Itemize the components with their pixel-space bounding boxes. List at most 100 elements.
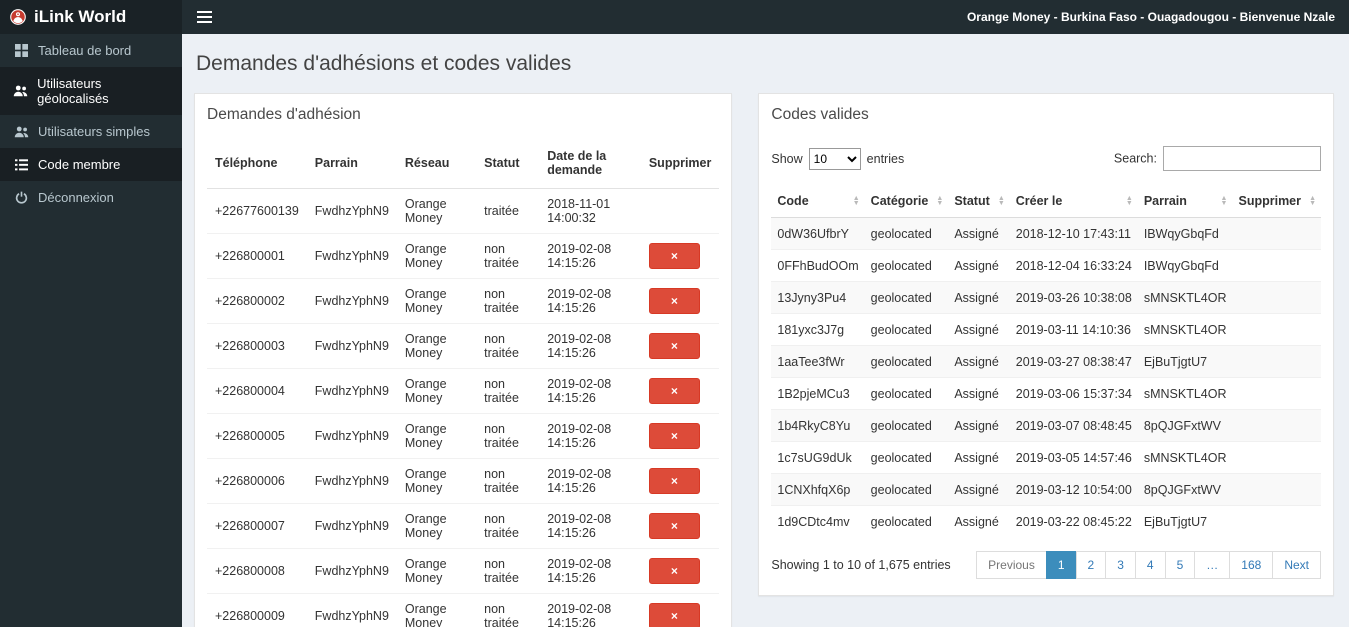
sidebar-item-deconnexion[interactable]: Déconnexion xyxy=(0,181,182,214)
cell-parrain: EjBuTjgtU7 xyxy=(1137,345,1233,378)
pagination-page-button[interactable]: … xyxy=(1194,551,1231,579)
column-header: Téléphone xyxy=(207,138,307,189)
sidebar-item-label: Utilisateurs simples xyxy=(38,124,150,139)
cell-statut: Assigné xyxy=(948,313,1010,346)
cell-parrain: sMNSKTL4OR xyxy=(1137,377,1233,410)
cell-statut: non traitée xyxy=(476,503,540,549)
cell-supprimer xyxy=(1232,409,1321,442)
cell-parrain: FwdhzYphN9 xyxy=(306,233,397,279)
column-header: Date de la demande xyxy=(539,138,641,189)
sortable-column-header[interactable]: Créer le ▲ ▼ xyxy=(1009,185,1138,218)
cell-supprimer xyxy=(1232,313,1321,346)
cell-statut: non traitée xyxy=(476,548,540,594)
cell-supprimer: × xyxy=(640,278,720,324)
pagination-page-button[interactable]: 5 xyxy=(1164,551,1196,579)
cell-statut: non traitée xyxy=(476,278,540,324)
cell-reseau: Orange Money xyxy=(396,368,477,414)
cell-statut: Assigné xyxy=(948,249,1010,282)
cell-telephone: +226800009 xyxy=(207,593,307,627)
delete-button[interactable]: × xyxy=(648,468,700,494)
sort-icon: ▲ ▼ xyxy=(852,195,860,207)
cell-date: 2019-02-08 14:15:26 xyxy=(539,593,641,627)
pagination-page-button[interactable]: 2 xyxy=(1075,551,1107,579)
close-icon: × xyxy=(670,384,678,398)
cell-creer-le: 2018-12-04 16:33:24 xyxy=(1009,249,1138,282)
delete-button[interactable]: × xyxy=(648,558,700,584)
search-control: Search: xyxy=(1114,146,1321,171)
sortable-column-header[interactable]: Statut ▲ ▼ xyxy=(948,185,1010,218)
pagination-page-button[interactable]: 168 xyxy=(1229,551,1274,579)
cell-statut: Assigné xyxy=(948,473,1010,506)
table-row: +226800006 FwdhzYphN9 Orange Money non trai… xyxy=(207,458,720,504)
sidebar-item-utilisateurs-simples[interactable]: Utilisateurs simples xyxy=(0,115,182,148)
close-icon: × xyxy=(670,249,678,263)
list-icon xyxy=(13,158,29,171)
cell-date: 2019-02-08 14:15:26 xyxy=(539,233,641,279)
globe-logo-icon xyxy=(10,6,26,28)
column-header: Supprimer xyxy=(640,138,720,189)
cell-categorie: geolocated xyxy=(864,441,949,474)
cell-categorie: geolocated xyxy=(864,281,949,314)
sortable-column-header[interactable]: Parrain ▲ ▼ xyxy=(1137,185,1233,218)
delete-button[interactable]: × xyxy=(648,378,700,404)
close-icon: × xyxy=(670,474,678,488)
table-row: +226800003 FwdhzYphN9 Orange Money non trai… xyxy=(207,323,720,369)
cell-categorie: geolocated xyxy=(864,217,949,250)
pagination-next-button[interactable]: Next xyxy=(1272,551,1321,579)
sidebar-item-label: Code membre xyxy=(38,157,121,172)
cell-code: 0dW36UfbrY xyxy=(771,217,865,250)
sortable-column-header[interactable]: Catégorie ▲ ▼ xyxy=(864,185,949,218)
cell-telephone: +226800003 xyxy=(207,323,307,369)
table-row: +226800007 FwdhzYphN9 Orange Money non trai… xyxy=(207,503,720,549)
cell-telephone: +226800002 xyxy=(207,278,307,324)
table-row: +226800009 FwdhzYphN9 Orange Money non trai… xyxy=(207,593,720,627)
pagination-page-button[interactable]: 1 xyxy=(1045,551,1077,579)
power-icon xyxy=(13,191,29,204)
table-row: +226800002 FwdhzYphN9 Orange Money non trai… xyxy=(207,278,720,324)
delete-button[interactable]: × xyxy=(648,333,700,359)
cell-telephone: +226800005 xyxy=(207,413,307,459)
search-input[interactable] xyxy=(1163,146,1321,171)
delete-button[interactable]: × xyxy=(648,513,700,539)
page-title: Demandes d'adhésions et codes valides xyxy=(196,52,572,75)
cell-supprimer: × xyxy=(640,413,720,459)
cell-supprimer: × xyxy=(640,323,720,369)
search-label: Search: xyxy=(1113,151,1157,166)
cell-creer-le: 2019-03-27 08:38:47 xyxy=(1009,345,1138,378)
sidebar-item-utilisateurs-geolocalises[interactable]: Utilisateurs géolocalisés xyxy=(0,67,182,115)
cell-categorie: geolocated xyxy=(864,345,949,378)
sidebar-item-code-membre[interactable]: Code membre xyxy=(0,148,182,181)
page-length-select[interactable]: 10 xyxy=(808,147,861,170)
cell-date: 2018-11-01 14:00:32 xyxy=(547,197,611,225)
cell-telephone: +22677600139 xyxy=(215,204,299,218)
sidebar-item-tableau-de-bord[interactable]: Tableau de bord xyxy=(0,34,182,67)
cell-creer-le: 2019-03-22 08:45:22 xyxy=(1009,505,1138,537)
delete-button[interactable]: × xyxy=(648,243,700,269)
cell-parrain: IBWqyGbqFd xyxy=(1137,217,1233,250)
cell-reseau: Orange Money xyxy=(396,593,477,627)
sortable-column-header[interactable]: Code ▲ ▼ xyxy=(771,185,865,218)
menu-toggle-button[interactable] xyxy=(182,0,226,34)
delete-button[interactable]: × xyxy=(648,288,700,314)
cell-parrain: 8pQJGFxtWV xyxy=(1137,473,1233,506)
sidebar: Tableau de bord Utilisateurs géolocalisés… xyxy=(0,34,182,627)
sortable-column-header[interactable]: Supprimer ▲ ▼ xyxy=(1232,185,1321,218)
sidebar-menu: Tableau de bord Utilisateurs géolocalisés… xyxy=(0,34,182,214)
cell-date: 2019-02-08 14:15:26 xyxy=(539,278,641,324)
cell-date: 2019-02-08 14:15:26 xyxy=(539,458,641,504)
cell-categorie: geolocated xyxy=(864,409,949,442)
cell-reseau: Orange Money xyxy=(404,197,447,225)
brand[interactable]: iLink World xyxy=(0,0,182,34)
column-header: Parrain xyxy=(306,138,397,189)
pagination-page-button[interactable]: 4 xyxy=(1134,551,1166,579)
close-icon: × xyxy=(670,519,678,533)
cell-supprimer xyxy=(1232,473,1321,506)
delete-button[interactable]: × xyxy=(648,423,700,449)
pagination-page-button[interactable]: 3 xyxy=(1105,551,1136,579)
cell-supprimer xyxy=(1232,505,1321,537)
cell-statut: non traitée xyxy=(476,233,540,279)
pagination-previous-button[interactable]: Previous xyxy=(976,551,1047,579)
delete-button[interactable]: × xyxy=(648,603,700,627)
cell-code: 1CNXhfqX6p xyxy=(771,473,865,506)
table-row: 1d9CDtc4mv geolocated Assigné 2019-03-22 08… xyxy=(771,505,1321,537)
